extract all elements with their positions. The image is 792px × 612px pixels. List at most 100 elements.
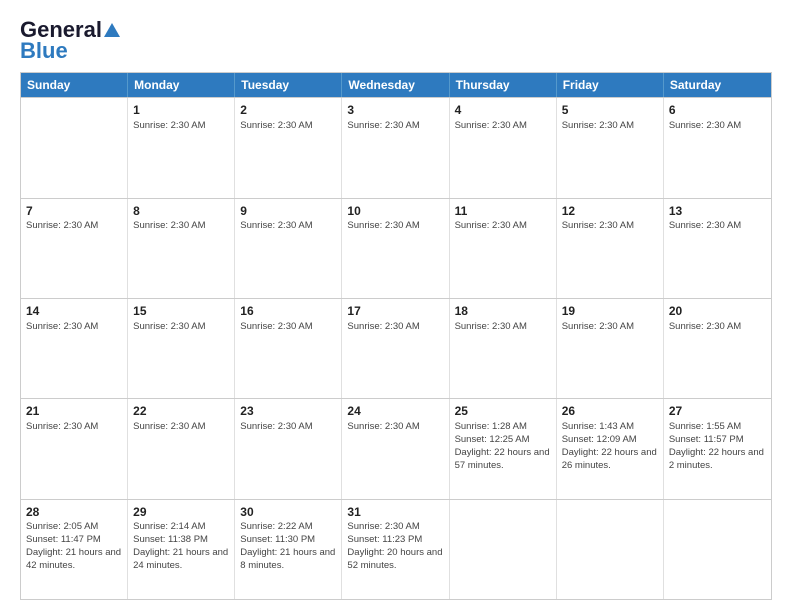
- calendar: SundayMondayTuesdayWednesdayThursdayFrid…: [20, 72, 772, 600]
- cell-info-text: Sunrise: 2:30 AM: [26, 220, 122, 233]
- logo: General Blue: [20, 18, 120, 64]
- logo-blue: Blue: [20, 38, 68, 64]
- calendar-row-1: 7Sunrise: 2:30 AM8Sunrise: 2:30 AM9Sunri…: [21, 198, 771, 298]
- cell-day-number: 21: [26, 403, 122, 420]
- cell-info-text: Sunrise: 2:30 AM: [669, 220, 766, 233]
- cell-info-text: Sunrise: 2:30 AM: [347, 421, 443, 434]
- cell-info-text: Sunrise: 2:30 AM: [562, 120, 658, 133]
- weekday-header-friday: Friday: [557, 73, 664, 97]
- cell-info-text: Sunrise: 2:30 AM: [26, 321, 122, 334]
- cell-day-number: 18: [455, 303, 551, 320]
- calendar-cell: 17Sunrise: 2:30 AM: [342, 299, 449, 398]
- calendar-cell: 15Sunrise: 2:30 AM: [128, 299, 235, 398]
- cell-day-number: 30: [240, 504, 336, 521]
- calendar-header: SundayMondayTuesdayWednesdayThursdayFrid…: [21, 73, 771, 97]
- weekday-header-tuesday: Tuesday: [235, 73, 342, 97]
- calendar-cell: 10Sunrise: 2:30 AM: [342, 199, 449, 298]
- calendar-cell: 28Sunrise: 2:05 AM Sunset: 11:47 PM Dayl…: [21, 500, 128, 599]
- calendar-cell: 23Sunrise: 2:30 AM: [235, 399, 342, 498]
- weekday-header-monday: Monday: [128, 73, 235, 97]
- cell-day-number: 20: [669, 303, 766, 320]
- cell-day-number: 1: [133, 102, 229, 119]
- calendar-cell: 2Sunrise: 2:30 AM: [235, 98, 342, 197]
- cell-info-text: Sunrise: 2:30 AM: [347, 120, 443, 133]
- cell-info-text: Sunrise: 1:28 AM Sunset: 12:25 AM Daylig…: [455, 421, 551, 472]
- cell-day-number: 11: [455, 203, 551, 220]
- cell-day-number: 26: [562, 403, 658, 420]
- calendar-cell: 12Sunrise: 2:30 AM: [557, 199, 664, 298]
- cell-info-text: Sunrise: 2:30 AM: [669, 120, 766, 133]
- cell-info-text: Sunrise: 2:05 AM Sunset: 11:47 PM Daylig…: [26, 521, 122, 572]
- calendar-cell: 16Sunrise: 2:30 AM: [235, 299, 342, 398]
- cell-info-text: Sunrise: 2:30 AM: [562, 321, 658, 334]
- cell-day-number: 10: [347, 203, 443, 220]
- calendar-cell: 6Sunrise: 2:30 AM: [664, 98, 771, 197]
- calendar-cell: 3Sunrise: 2:30 AM: [342, 98, 449, 197]
- cell-info-text: Sunrise: 2:30 AM: [455, 220, 551, 233]
- cell-info-text: Sunrise: 2:30 AM: [240, 220, 336, 233]
- calendar-cell: 20Sunrise: 2:30 AM: [664, 299, 771, 398]
- cell-day-number: 29: [133, 504, 229, 521]
- calendar-cell: 22Sunrise: 2:30 AM: [128, 399, 235, 498]
- cell-info-text: Sunrise: 1:55 AM Sunset: 11:57 PM Daylig…: [669, 421, 766, 472]
- cell-info-text: Sunrise: 2:22 AM Sunset: 11:30 PM Daylig…: [240, 521, 336, 572]
- calendar-cell: [664, 500, 771, 599]
- calendar-cell: [450, 500, 557, 599]
- calendar-cell: 4Sunrise: 2:30 AM: [450, 98, 557, 197]
- calendar-cell: 31Sunrise: 2:30 AM Sunset: 11:23 PM Dayl…: [342, 500, 449, 599]
- weekday-header-wednesday: Wednesday: [342, 73, 449, 97]
- cell-day-number: 5: [562, 102, 658, 119]
- cell-day-number: 25: [455, 403, 551, 420]
- cell-info-text: Sunrise: 2:30 AM: [347, 321, 443, 334]
- calendar-cell: 9Sunrise: 2:30 AM: [235, 199, 342, 298]
- cell-day-number: 4: [455, 102, 551, 119]
- calendar-body: 1Sunrise: 2:30 AM2Sunrise: 2:30 AM3Sunri…: [21, 97, 771, 599]
- calendar-cell: 30Sunrise: 2:22 AM Sunset: 11:30 PM Dayl…: [235, 500, 342, 599]
- calendar-cell: 29Sunrise: 2:14 AM Sunset: 11:38 PM Dayl…: [128, 500, 235, 599]
- cell-info-text: Sunrise: 2:30 AM: [455, 120, 551, 133]
- calendar-row-0: 1Sunrise: 2:30 AM2Sunrise: 2:30 AM3Sunri…: [21, 97, 771, 197]
- calendar-cell: 19Sunrise: 2:30 AM: [557, 299, 664, 398]
- calendar-cell: [21, 98, 128, 197]
- cell-day-number: 12: [562, 203, 658, 220]
- cell-day-number: 17: [347, 303, 443, 320]
- cell-day-number: 19: [562, 303, 658, 320]
- calendar-cell: 14Sunrise: 2:30 AM: [21, 299, 128, 398]
- cell-info-text: Sunrise: 2:30 AM: [240, 421, 336, 434]
- cell-day-number: 2: [240, 102, 336, 119]
- cell-info-text: Sunrise: 2:30 AM: [455, 321, 551, 334]
- cell-info-text: Sunrise: 2:30 AM: [26, 421, 122, 434]
- calendar-cell: 1Sunrise: 2:30 AM: [128, 98, 235, 197]
- cell-info-text: Sunrise: 2:30 AM: [240, 321, 336, 334]
- calendar-cell: [557, 500, 664, 599]
- cell-info-text: Sunrise: 2:30 AM: [133, 120, 229, 133]
- calendar-cell: 13Sunrise: 2:30 AM: [664, 199, 771, 298]
- cell-day-number: 28: [26, 504, 122, 521]
- weekday-header-sunday: Sunday: [21, 73, 128, 97]
- cell-day-number: 24: [347, 403, 443, 420]
- calendar-cell: 5Sunrise: 2:30 AM: [557, 98, 664, 197]
- cell-info-text: Sunrise: 2:30 AM: [347, 220, 443, 233]
- calendar-cell: 26Sunrise: 1:43 AM Sunset: 12:09 AM Dayl…: [557, 399, 664, 498]
- weekday-header-saturday: Saturday: [664, 73, 771, 97]
- calendar-row-3: 21Sunrise: 2:30 AM22Sunrise: 2:30 AM23Su…: [21, 398, 771, 498]
- calendar-row-4: 28Sunrise: 2:05 AM Sunset: 11:47 PM Dayl…: [21, 499, 771, 599]
- calendar-cell: 24Sunrise: 2:30 AM: [342, 399, 449, 498]
- cell-day-number: 9: [240, 203, 336, 220]
- cell-day-number: 14: [26, 303, 122, 320]
- logo-triangle-icon: [104, 23, 120, 37]
- cell-day-number: 15: [133, 303, 229, 320]
- cell-day-number: 3: [347, 102, 443, 119]
- header: General Blue: [20, 18, 772, 64]
- cell-info-text: Sunrise: 2:30 AM Sunset: 11:23 PM Daylig…: [347, 521, 443, 572]
- cell-info-text: Sunrise: 2:30 AM: [133, 421, 229, 434]
- calendar-cell: 11Sunrise: 2:30 AM: [450, 199, 557, 298]
- cell-day-number: 6: [669, 102, 766, 119]
- cell-day-number: 22: [133, 403, 229, 420]
- cell-info-text: Sunrise: 2:30 AM: [133, 321, 229, 334]
- cell-day-number: 13: [669, 203, 766, 220]
- calendar-cell: 7Sunrise: 2:30 AM: [21, 199, 128, 298]
- calendar-cell: 21Sunrise: 2:30 AM: [21, 399, 128, 498]
- cell-day-number: 8: [133, 203, 229, 220]
- cell-day-number: 27: [669, 403, 766, 420]
